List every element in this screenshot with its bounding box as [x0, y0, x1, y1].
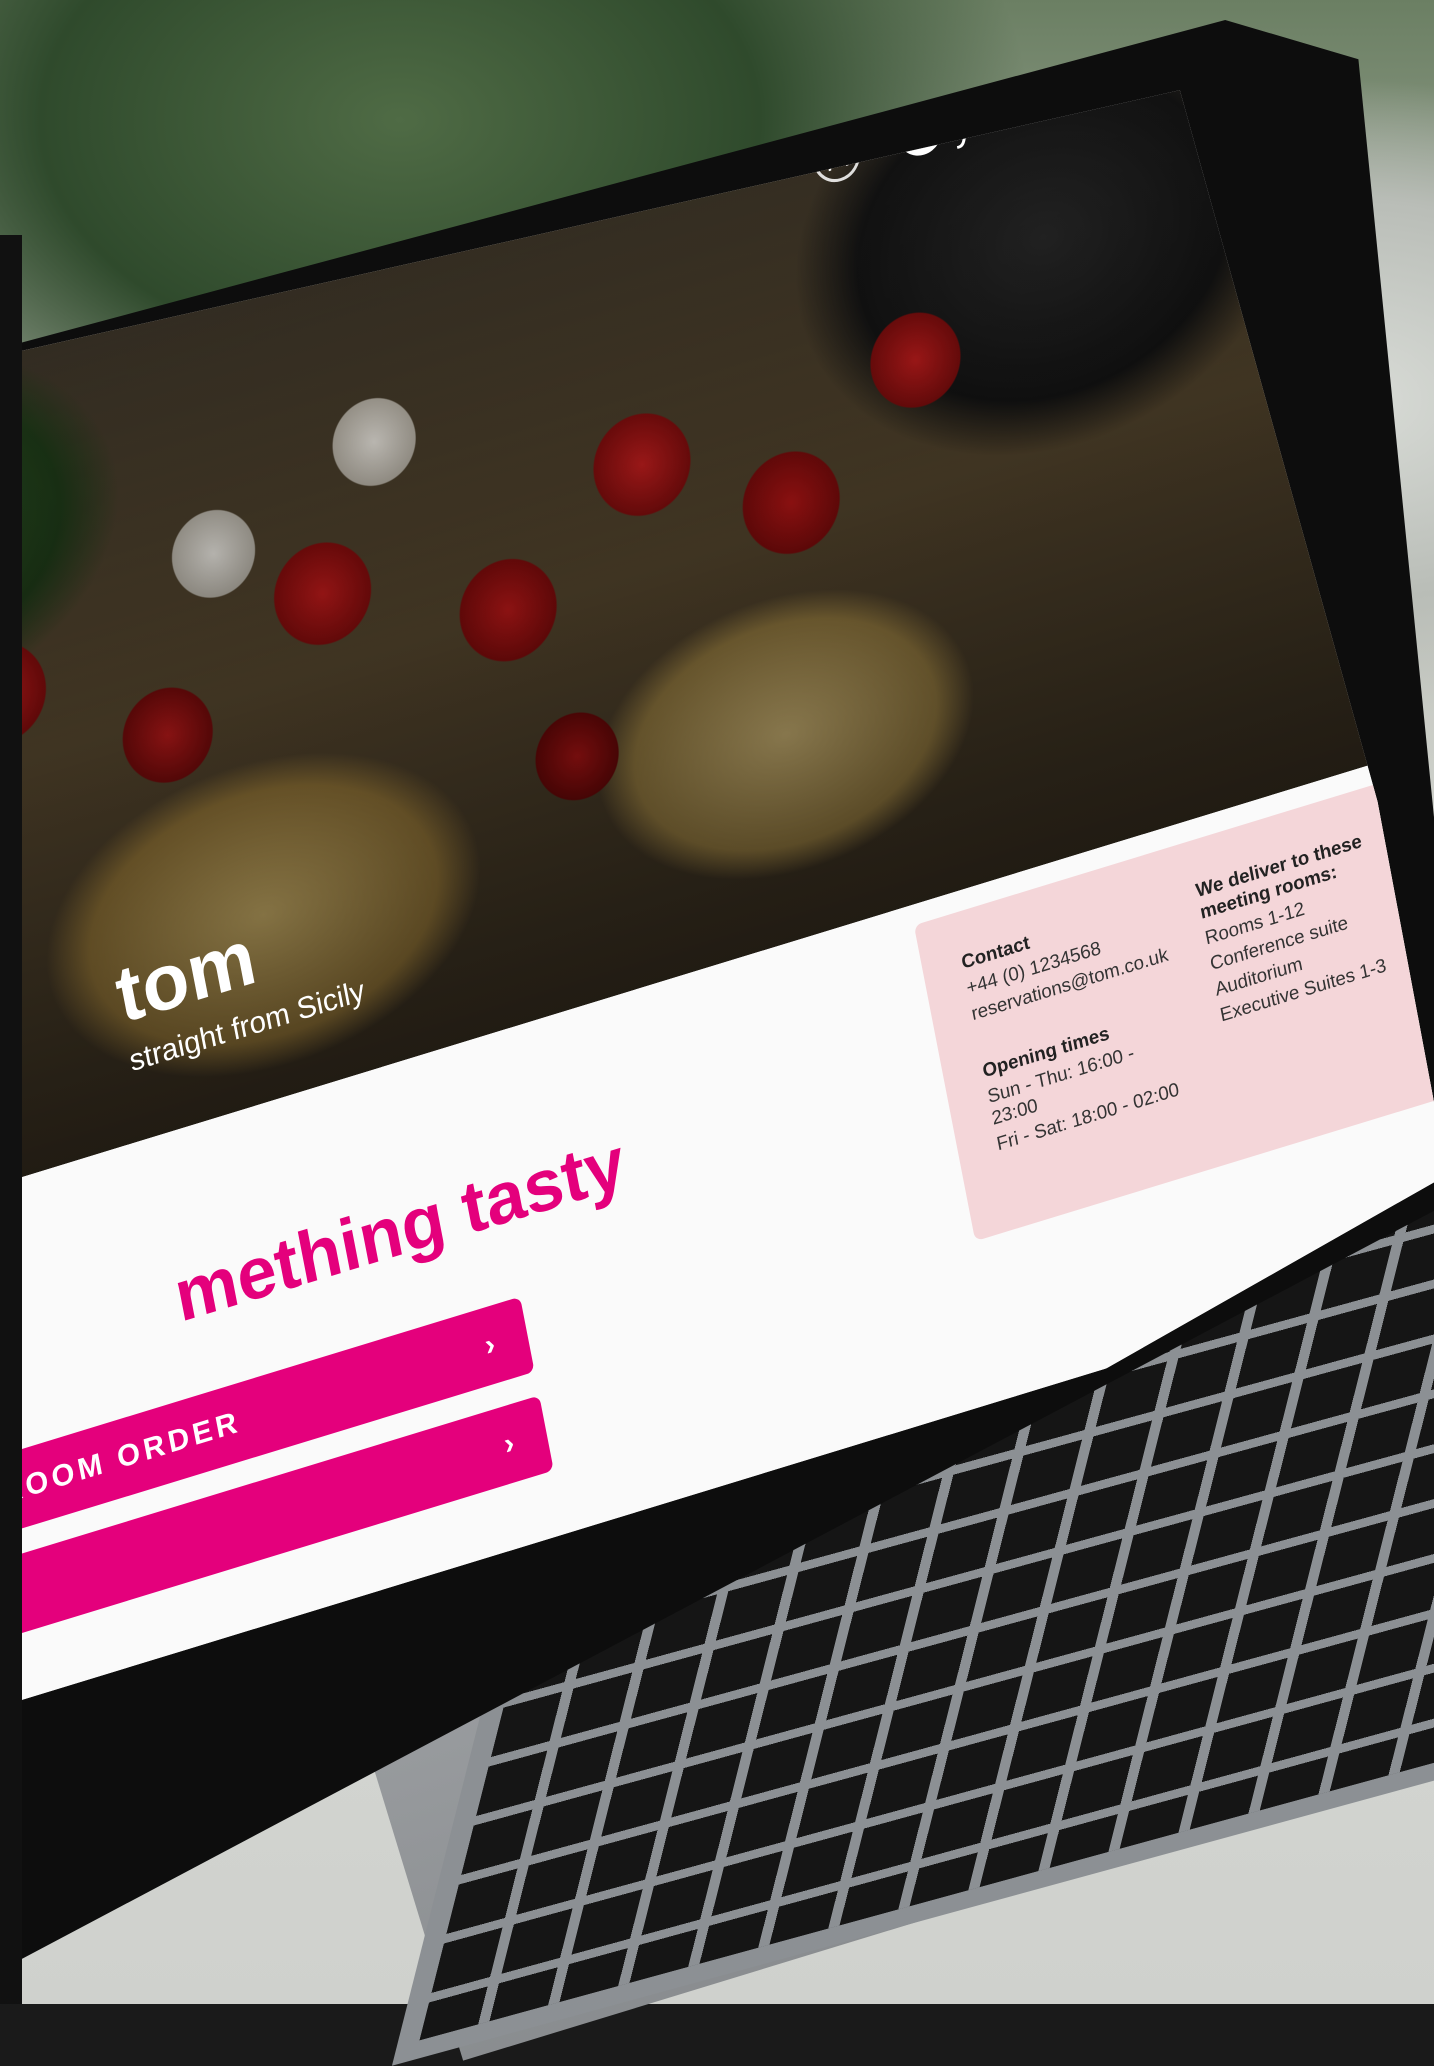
tagline: mething tasty [168, 1122, 632, 1338]
contact-column: Contact +44 (0) 1234568 reservations@tom… [960, 893, 1202, 1190]
web-page: powered by yonoton tom straight from Sic… [22, 90, 1434, 1704]
delivery-column: We deliver to these meeting rooms: Rooms… [1194, 830, 1407, 1118]
chevron-right-icon: › [481, 1326, 502, 1363]
chevron-right-icon: › [501, 1424, 521, 1462]
left-edge-bar [0, 235, 22, 2004]
laptop-lid: powered by yonoton tom straight from Sic… [0, 0, 1434, 2004]
